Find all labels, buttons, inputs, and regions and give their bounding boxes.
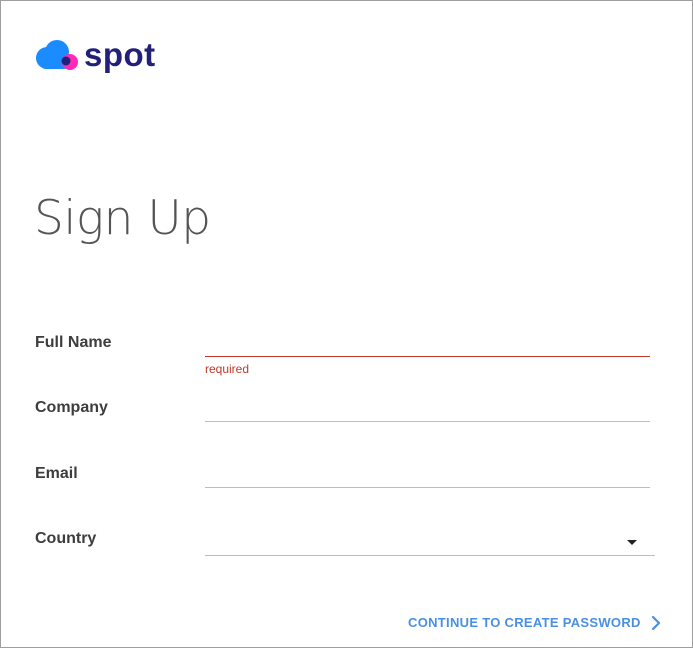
brand-wordmark: spot (84, 36, 156, 73)
company-label: Company (35, 399, 108, 416)
email-input[interactable] (205, 459, 650, 488)
caret-down-icon (627, 540, 637, 545)
continue-label: CONTINUE TO CREATE PASSWORD (408, 615, 641, 630)
full-name-input[interactable] (205, 328, 650, 357)
chevron-right-icon (651, 615, 660, 631)
full-name-error: required (205, 362, 250, 376)
email-label: Email (35, 465, 78, 482)
country-select[interactable] (205, 527, 655, 556)
company-input[interactable] (205, 393, 650, 422)
page-title: Sign Up (34, 191, 211, 246)
cloud-logo-icon (36, 40, 78, 70)
brand-logo: spot (34, 37, 156, 73)
country-label: Country (35, 530, 97, 547)
signup-window: spot Sign Up Full Name required Company … (0, 0, 693, 648)
continue-button[interactable]: CONTINUE TO CREATE PASSWORD (408, 613, 662, 633)
full-name-label: Full Name (35, 334, 112, 351)
